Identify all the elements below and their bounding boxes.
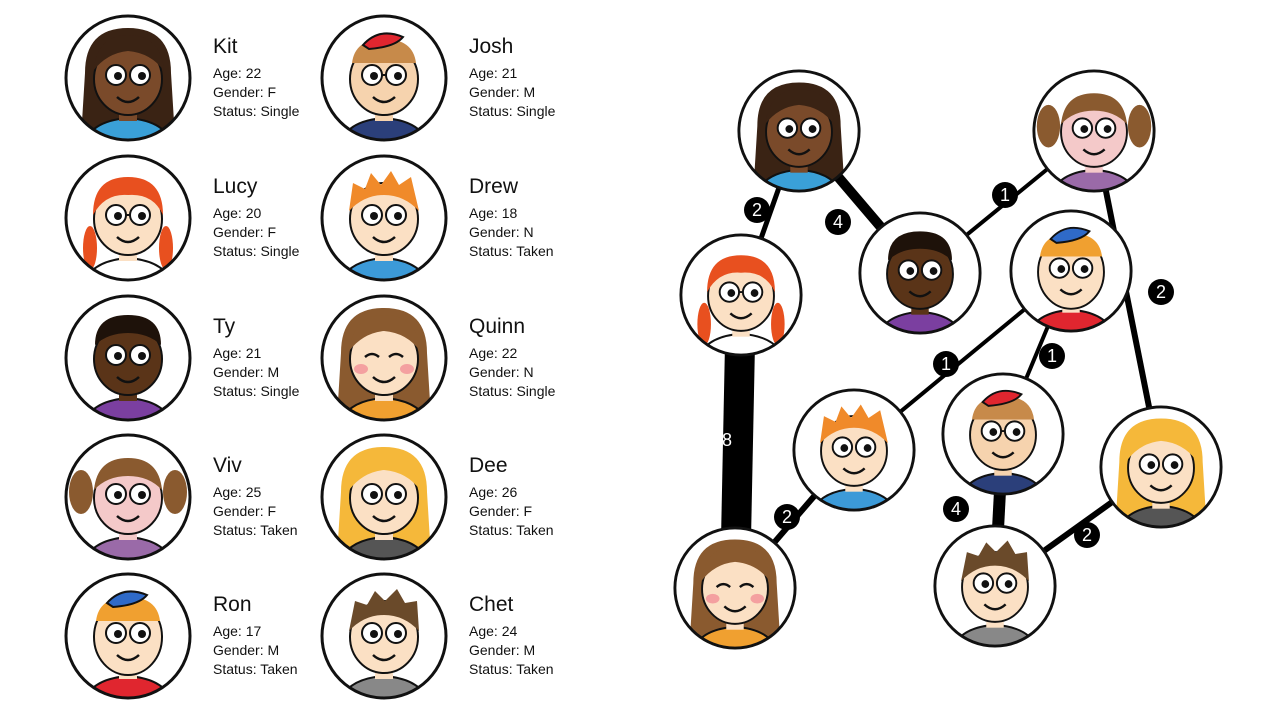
graph-node-viv [1032,69,1156,193]
edge-weight-josh-chet: 4 [943,496,969,522]
edge-weight-drew-quinn: 2 [774,504,800,530]
edge-weight-viv-dee: 2 [1148,279,1174,305]
svg-text:2: 2 [752,200,762,220]
edge-weight-chet-dee: 2 [1074,522,1100,548]
edge-weight-lucy-quinn: 8 [722,430,732,450]
svg-text:4: 4 [951,499,961,519]
graph-node-dee [1099,405,1223,529]
svg-text:1: 1 [1000,185,1010,205]
svg-text:4: 4 [833,212,843,232]
edge-weight-kit-lucy: 2 [744,197,770,223]
edge-weight-ty-viv: 1 [992,182,1018,208]
svg-text:2: 2 [782,507,792,527]
graph-node-ty [858,211,982,335]
edge-weight-ron-drew: 1 [933,351,959,377]
graph-node-lucy [679,233,803,357]
svg-text:2: 2 [1156,282,1166,302]
edge-weight-ron-josh: 1 [1039,343,1065,369]
svg-text:8: 8 [722,430,732,450]
svg-text:1: 1 [941,354,951,374]
graph-node-josh [941,372,1065,496]
graph-node-chet [933,524,1057,648]
relationship-graph: 2 4 1 2 1 1 8 2 4 2 [673,69,1223,650]
svg-text:2: 2 [1082,525,1092,545]
graph-node-quinn [673,526,797,650]
graph-node-ron [1009,209,1133,333]
svg-text:1: 1 [1047,346,1057,366]
edge-weight-kit-ty: 4 [825,209,851,235]
